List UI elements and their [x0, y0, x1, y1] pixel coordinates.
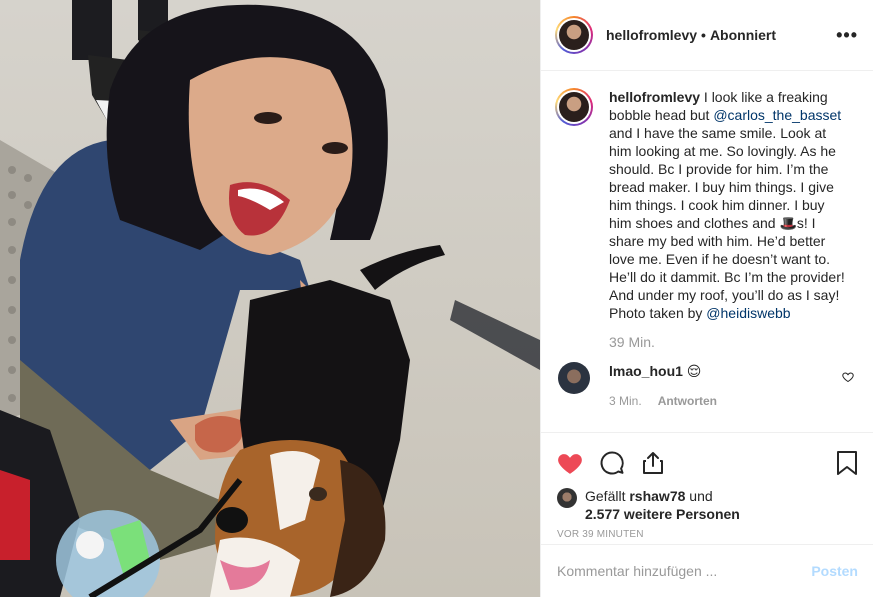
comment-time[interactable]: 3 Min.	[609, 394, 642, 408]
post-photo[interactable]	[0, 0, 540, 597]
comment-item: lmao_hou1 😌 3 Min. Antworten	[555, 362, 858, 408]
post-sidebar: hellofromlevy • Abonniert ••• hellofroml…	[540, 0, 873, 597]
reply-button[interactable]: Antworten	[658, 394, 717, 408]
heart-filled-icon[interactable]	[557, 451, 583, 478]
likes-summary: Gefällt rshaw78 und 2.577 weitere Person…	[557, 487, 858, 523]
caption-time[interactable]: 39 Min.	[609, 334, 858, 350]
instagram-post: hellofromlevy • Abonniert ••• hellofroml…	[0, 0, 873, 597]
header-username[interactable]: hellofromlevy	[606, 27, 697, 43]
header-separator: •	[701, 27, 706, 43]
likes-prefix: Gefällt	[585, 488, 630, 504]
add-comment-bar: Posten	[541, 544, 873, 597]
caption-text: hellofromlevy I look like a freaking bob…	[609, 88, 849, 322]
comment-input[interactable]	[557, 563, 812, 579]
post-header: hellofromlevy • Abonniert •••	[541, 0, 873, 71]
heart-outline-icon[interactable]	[842, 370, 854, 386]
avatar-frame	[557, 18, 591, 52]
liker-username[interactable]: rshaw78	[629, 488, 685, 504]
avatar	[559, 20, 589, 50]
avatar	[559, 92, 589, 122]
liker-avatar[interactable]	[557, 488, 577, 508]
comment-line: lmao_hou1 😌	[609, 362, 842, 380]
comment-username[interactable]: lmao_hou1	[609, 363, 683, 379]
likes-count[interactable]: 2.577 weitere Personen	[585, 506, 740, 522]
likes-text[interactable]: Gefällt rshaw78 und 2.577 weitere Person…	[585, 487, 740, 523]
bookmark-icon[interactable]	[836, 450, 858, 479]
share-icon[interactable]	[641, 450, 665, 479]
caption-username[interactable]: hellofromlevy	[609, 89, 700, 105]
post-comment-button[interactable]: Posten	[811, 563, 858, 579]
tophat-emoji: 🎩	[779, 215, 797, 231]
follow-status[interactable]: Abonniert	[710, 27, 776, 43]
action-bar	[557, 441, 858, 487]
comments-section: hellofromlevy I look like a freaking bob…	[541, 72, 873, 432]
caption: hellofromlevy I look like a freaking bob…	[555, 88, 858, 322]
likes-middle: und	[685, 488, 713, 504]
actions-section: Gefällt rshaw78 und 2.577 weitere Person…	[541, 432, 873, 544]
comment-icon[interactable]	[599, 450, 625, 479]
caption-avatar[interactable]	[555, 88, 593, 126]
comment-text: 😌	[686, 363, 702, 379]
more-horizontal-icon[interactable]: •••	[836, 25, 858, 46]
mention-link[interactable]: @carlos_the_basset	[713, 107, 841, 123]
avatar-frame	[557, 90, 591, 124]
comment-meta: 3 Min. Antworten	[609, 394, 842, 408]
post-age[interactable]: VOR 39 MINUTEN	[557, 529, 858, 540]
mention-link[interactable]: @heidiswebb	[706, 305, 790, 321]
commenter-avatar[interactable]	[558, 362, 590, 394]
comment-body: lmao_hou1 😌 3 Min. Antworten	[609, 362, 842, 408]
story-avatar[interactable]	[555, 16, 593, 54]
photo-illustration	[0, 0, 540, 597]
